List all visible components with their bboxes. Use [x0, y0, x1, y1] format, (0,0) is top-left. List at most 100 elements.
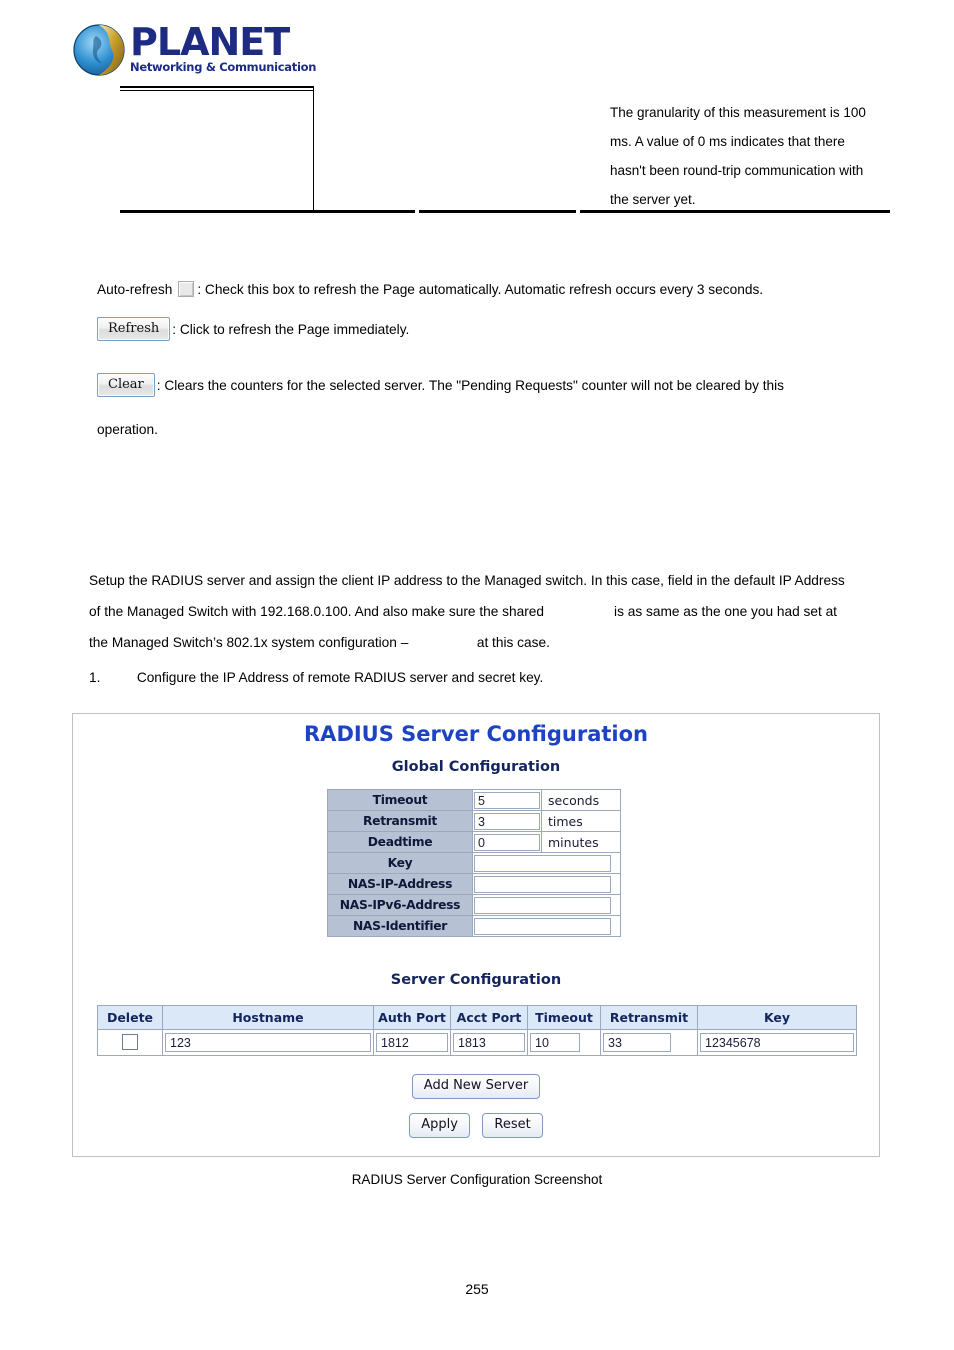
auto-refresh-description: : Check this box to refresh the Page aut… — [197, 281, 764, 297]
timeout-input[interactable]: 10 — [530, 1033, 581, 1052]
table-top-rule-thin — [120, 90, 314, 91]
auto-refresh-label: Auto-refresh — [97, 281, 173, 297]
hostname-cell: 123 — [162, 1029, 374, 1056]
global-table-body: Timeout 5 seconds Retransmit 3 times Deadtime 0… — [327, 789, 621, 937]
global-config-input[interactable] — [474, 854, 611, 872]
server-column-header: Auth Port — [373, 1005, 451, 1030]
global-config-input[interactable]: 5 — [474, 791, 540, 809]
checkbox-icon[interactable] — [178, 281, 195, 297]
setup-line-3: the Managed Switch’s 802.1x system confi… — [89, 627, 889, 658]
global-config-field-cell — [472, 852, 621, 874]
global-config-input[interactable] — [474, 917, 611, 935]
clear-button[interactable]: Clear — [97, 373, 155, 397]
server-table-body: 123 1812 1813 10 33 12345678 — [97, 1029, 857, 1056]
setup-line-2: of the Managed Switch with 192.168.0.100… — [89, 596, 889, 627]
global-config-label: Deadtime — [327, 831, 473, 853]
setup-line-2-part-b: is as same as the one you had set at — [614, 604, 837, 619]
setup-line-2-hidden-term: secret key — [547, 604, 611, 619]
setup-line-2-part-a: of the Managed Switch with 192.168.0.100… — [89, 604, 545, 619]
key-input[interactable]: 12345678 — [700, 1033, 854, 1052]
global-config-input[interactable] — [474, 875, 611, 893]
add-new-server-button[interactable]: Add New Server — [411, 1074, 541, 1099]
logo-brand-text: PLANET — [130, 20, 290, 64]
delete-checkbox-icon[interactable] — [122, 1034, 138, 1051]
delete-cell — [97, 1029, 163, 1056]
refresh-description: : Click to refresh the Page immediately. — [172, 321, 410, 337]
timeout-cell: 10 — [527, 1029, 601, 1056]
global-config-input[interactable] — [474, 896, 611, 914]
server-column-header: Acct Port — [450, 1005, 528, 1030]
table-bottom-rule-segment-1 — [120, 210, 415, 213]
server-column-header: Key — [697, 1005, 857, 1030]
global-config-unit: seconds — [541, 789, 621, 811]
reset-button[interactable]: Reset — [482, 1113, 543, 1138]
global-config-field-cell — [472, 894, 621, 916]
global-config-field-cell — [472, 873, 621, 895]
auth-port-input[interactable]: 1812 — [376, 1033, 448, 1052]
hostname-input[interactable]: 123 — [165, 1033, 371, 1052]
setup-line-3-hidden-term: 12345678 — [412, 635, 474, 650]
setup-line-3-part-a: the Managed Switch’s 802.1x system confi… — [89, 635, 409, 650]
panel-button-area: Add New Server Apply Reset — [73, 1074, 879, 1138]
global-config-label: NAS-IP-Address — [327, 873, 473, 895]
brand-logo: PLANET Networking & Communication — [72, 20, 352, 82]
server-table-header-row: Delete Hostname Auth Port Acct Port Timeout R… — [97, 1005, 857, 1030]
global-config-label: NAS-IPv6-Address — [327, 894, 473, 916]
key-cell: 12345678 — [697, 1029, 857, 1056]
server-column-header: Retransmit — [600, 1005, 698, 1030]
step-number: 1. — [89, 670, 101, 685]
measurement-granularity-description: The granularity of this measurement is 1… — [610, 105, 866, 207]
global-config-field-cell — [472, 915, 621, 937]
global-config-row: Deadtime 0 minutes — [327, 831, 621, 853]
global-config-input[interactable]: 0 — [474, 833, 540, 851]
global-config-input[interactable]: 3 — [474, 812, 540, 830]
server-configuration-heading: Server Configuration — [390, 972, 562, 988]
global-config-field-cell: 5 — [472, 789, 542, 811]
auth-port-cell: 1812 — [373, 1029, 451, 1056]
radius-setup-paragraph: Setup the RADIUS server and assign the c… — [89, 565, 889, 658]
global-config-label: NAS-Identifier — [327, 915, 473, 937]
page-title: RADIUS Server Configuration — [304, 722, 648, 746]
table-top-rule-thick — [120, 86, 314, 88]
server-column-header: Delete — [97, 1005, 163, 1030]
global-config-unit: minutes — [541, 831, 621, 853]
figure-caption: RADIUS Server Configuration Screenshot — [351, 1172, 603, 1187]
globe-icon — [73, 24, 125, 76]
apply-reset-row: Apply Reset — [73, 1113, 879, 1138]
logo-tagline-text: Networking & Communication — [130, 60, 317, 74]
clear-description-continued: operation. — [97, 422, 158, 437]
global-config-row: Retransmit 3 times — [327, 810, 621, 832]
global-config-row: NAS-Identifier — [327, 915, 621, 937]
global-config-label: Key — [327, 852, 473, 874]
retransmit-input[interactable]: 33 — [603, 1033, 672, 1052]
server-column-header: Hostname — [162, 1005, 374, 1030]
server-configuration-table: Delete Hostname Auth Port Acct Port Timeout R… — [97, 1005, 857, 1056]
global-config-row: Key — [327, 852, 621, 874]
apply-button[interactable]: Apply — [409, 1113, 470, 1138]
global-config-field-cell: 3 — [472, 810, 542, 832]
global-config-field-cell: 0 — [472, 831, 542, 853]
global-config-label: Timeout — [327, 789, 473, 811]
clear-description-row: Clear : Clears the counters for the sele… — [97, 373, 784, 397]
refresh-description-row: Refresh : Click to refresh the Page imme… — [97, 317, 409, 341]
page-number: 255 — [465, 1281, 489, 1297]
logo-wordmark: PLANET Networking & Communication — [130, 22, 345, 80]
table-bottom-rule-segment-2 — [419, 210, 576, 213]
table-column-divider — [313, 86, 314, 211]
acct-port-input[interactable]: 1813 — [453, 1033, 525, 1052]
refresh-button[interactable]: Refresh — [97, 317, 171, 341]
step-text: Configure the IP Address of remote RADIU… — [136, 670, 544, 685]
setup-line-1: Setup the RADIUS server and assign the c… — [89, 573, 845, 588]
continued-table-fragment: The granularity of this measurement is 1… — [120, 86, 890, 216]
add-server-row: Add New Server — [73, 1074, 879, 1099]
auto-refresh-description-row: Auto-refresh : Check this box to refresh… — [97, 281, 763, 297]
acct-port-cell: 1813 — [450, 1029, 528, 1056]
global-configuration-heading: Global Configuration — [391, 759, 561, 775]
global-config-label: Retransmit — [327, 810, 473, 832]
numbered-step-1: 1. Configure the IP Address of remote RA… — [89, 668, 889, 688]
setup-line-3-part-b: at this case. — [476, 635, 550, 650]
server-column-header: Timeout — [527, 1005, 601, 1030]
global-config-row: NAS-IP-Address — [327, 873, 621, 895]
global-config-row: NAS-IPv6-Address — [327, 894, 621, 916]
radius-config-screenshot: RADIUS Server Configuration Global Confi… — [72, 713, 880, 1157]
